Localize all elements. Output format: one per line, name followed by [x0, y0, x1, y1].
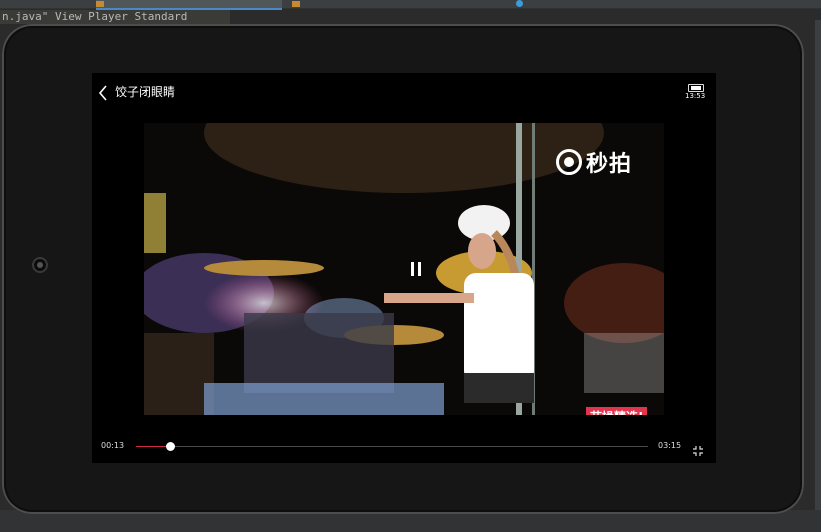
- status-time: 13:53: [685, 92, 706, 100]
- pause-icon-bar: [411, 262, 414, 276]
- pause-button[interactable]: [406, 259, 426, 279]
- front-camera-icon: [32, 257, 48, 273]
- ide-tab-2[interactable]: [292, 0, 502, 8]
- exit-fullscreen-icon: [693, 446, 703, 456]
- ide-tab-bar: [0, 0, 821, 10]
- ide-right-gutter: [815, 20, 821, 532]
- ide-code-line: n.java" View Player Standard: [0, 10, 230, 24]
- pause-icon-bar: [418, 262, 421, 276]
- camera-logo-icon: [556, 149, 582, 175]
- corner-badge: 节操精选!: [586, 407, 648, 415]
- java-file-icon: [96, 0, 104, 7]
- player-watermark: 秒拍: [556, 143, 632, 181]
- video-title: 饺子闭眼睛: [115, 85, 176, 99]
- chevron-left-icon: [98, 85, 107, 101]
- java-file-icon: [292, 0, 300, 7]
- seek-bar[interactable]: [136, 442, 648, 451]
- video-surface[interactable]: 秒拍 节操精选!: [144, 123, 664, 415]
- total-time: 03:15: [658, 441, 682, 450]
- player-controls: 00:13 03:15: [92, 433, 716, 463]
- emulator-screen: 饺子闭眼睛 13:53 秒拍 00:13 03:15: [92, 73, 716, 463]
- battery-icon: [688, 84, 704, 92]
- current-time: 00:13: [101, 441, 125, 450]
- ide-tab-3[interactable]: [516, 0, 726, 8]
- watermark-text: 秒拍: [586, 152, 633, 177]
- ide-tab-1[interactable]: [96, 0, 282, 10]
- player-top-bar: 饺子闭眼睛 13:53: [92, 73, 716, 113]
- seek-thumb[interactable]: [166, 442, 176, 451]
- back-button[interactable]: [97, 84, 113, 102]
- seek-progress: [136, 446, 171, 447]
- exit-fullscreen-button[interactable]: [693, 441, 703, 456]
- class-file-icon: [516, 0, 523, 7]
